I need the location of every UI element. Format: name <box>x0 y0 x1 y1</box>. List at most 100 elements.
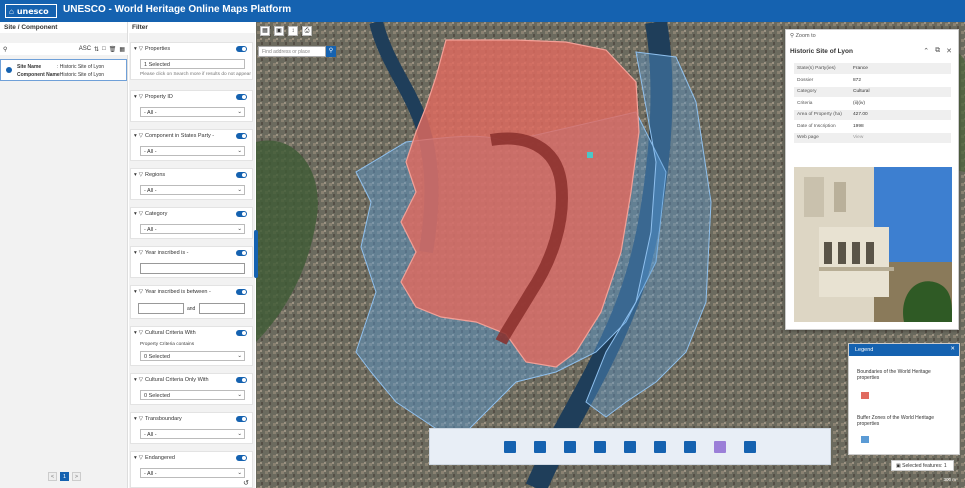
address-search-input[interactable]: Find address or place <box>258 46 326 57</box>
attr-key: Category <box>794 86 850 98</box>
filter-toggle[interactable] <box>236 455 247 461</box>
filter-cultural-criteria-only: ▾ ▽ Cultural Criteria Only With 0 Selected… <box>130 373 253 405</box>
layers-icon[interactable]: ▣ <box>274 26 284 36</box>
filter-toggle[interactable] <box>236 289 247 295</box>
year-to-input[interactable] <box>199 303 245 314</box>
filter-toggle[interactable] <box>236 211 247 217</box>
site-name-value: : Historic Site of Lyon <box>57 64 105 70</box>
filter-toggle[interactable] <box>236 133 247 139</box>
filter-toggle[interactable] <box>236 172 247 178</box>
filter-toggle[interactable] <box>236 94 247 100</box>
property-id-select[interactable]: - All - ⌄ <box>140 107 245 117</box>
filter-toggle[interactable] <box>236 330 247 336</box>
endangered-select[interactable]: - All - ⌄ <box>140 468 245 478</box>
filter-label: Property ID <box>145 94 173 100</box>
filter-label: Category <box>145 211 168 217</box>
filter-component-state: ▾ ▽ Component in States Party - - All - ⌄ <box>130 129 253 161</box>
attr-key: Web page <box>794 132 850 144</box>
and-label: and <box>187 306 196 312</box>
zoom-to-button[interactable]: ⚲ Zoom to <box>790 33 816 39</box>
chevron-down-icon[interactable]: ▾ <box>134 46 137 52</box>
chevron-down-icon[interactable]: ▾ <box>134 416 137 422</box>
chevron-down-icon[interactable]: ▾ <box>134 289 137 295</box>
selected-features-button[interactable]: ▣ Selected features: 1 <box>891 460 954 471</box>
unesco-logo[interactable]: ⌂ unesco <box>5 4 57 18</box>
table-row: State(s) Party(ies) France <box>794 63 951 75</box>
chevron-down-icon[interactable]: ▾ <box>134 211 137 217</box>
prev-page-button[interactable]: < <box>48 472 57 481</box>
reset-filters-icon[interactable]: ↺ <box>243 479 249 487</box>
top-bar: ⌂ unesco UNESCO - World Heritage Online … <box>0 0 965 22</box>
grid-icon[interactable] <box>744 440 756 453</box>
chevron-down-icon[interactable]: ▾ <box>134 455 137 461</box>
legend-header: Legend ✕ <box>849 344 959 356</box>
table-row: Date of Inscription 1998 <box>794 120 951 133</box>
info-icon[interactable] <box>504 440 516 453</box>
close-icon[interactable]: ✕ <box>946 47 952 55</box>
settings-icon[interactable] <box>684 440 696 453</box>
cultural-criteria-select[interactable]: 0 Selected ⌄ <box>140 351 245 361</box>
component-state-select[interactable]: - All - ⌄ <box>140 146 245 156</box>
next-page-button[interactable]: > <box>72 472 81 481</box>
search-button[interactable]: ⚲ <box>326 46 336 57</box>
site-component-panel: Site / Component ⚲ ASC ⇅ □ 🗑 ▦ Site Name… <box>0 22 128 488</box>
share-icon[interactable] <box>564 440 576 453</box>
measure-icon[interactable]: ↕ <box>288 26 298 36</box>
filter-label: Cultural Criteria With <box>145 330 196 336</box>
category-select[interactable]: - All - ⌄ <box>140 224 245 234</box>
grid-view-icon[interactable]: ▦ <box>119 46 125 53</box>
properties-select[interactable]: 1 Selected <box>140 59 245 69</box>
filter-toggle[interactable] <box>236 416 247 422</box>
logo-text: unesco <box>16 6 49 16</box>
sort-toggle-icon[interactable]: ⇅ <box>94 46 99 53</box>
legend-item-label: Buffer Zones of the World Heritage prope… <box>857 415 935 427</box>
search-icon[interactable]: ⚲ <box>3 46 7 53</box>
legend-item-label: Boundaries of the World Heritage propert… <box>857 369 931 381</box>
filter-year-between: ▾ ▽ Year inscribed is between - and <box>130 285 253 319</box>
clear-selection-icon[interactable]: □ <box>102 46 106 52</box>
view-icon[interactable] <box>594 440 606 453</box>
basemap-icon[interactable]: ▦ <box>260 26 270 36</box>
filter-icon: ▽ <box>138 377 143 383</box>
collapse-icon[interactable]: ⌃ <box>923 47 929 55</box>
component-name-label: Component Name <box>17 72 60 78</box>
bookmark-icon[interactable] <box>534 440 546 453</box>
current-page-button[interactable]: 1 <box>60 472 69 481</box>
filter-label: Properties <box>145 46 171 52</box>
panel-title: Site / Component <box>0 22 127 33</box>
site-photo-graphic <box>794 167 952 322</box>
filter-toggle[interactable] <box>236 377 247 383</box>
print-icon[interactable]: ⎙ <box>302 26 312 36</box>
delete-icon[interactable]: 🗑 <box>109 46 117 53</box>
filter-toggle[interactable] <box>236 250 247 256</box>
dock-icon[interactable]: ⧉ <box>935 47 940 55</box>
layers-icon[interactable] <box>654 440 666 453</box>
draw-icon[interactable] <box>714 440 726 453</box>
panel-splitter-handle[interactable] <box>254 230 258 278</box>
cultural-criteria-only-select[interactable]: 0 Selected ⌄ <box>140 390 245 400</box>
chevron-down-icon[interactable]: ▾ <box>134 94 137 100</box>
chevron-down-icon[interactable]: ▾ <box>134 250 137 256</box>
result-card[interactable]: Site Name: Historic Site of Lyon Compone… <box>0 59 127 81</box>
table-icon[interactable] <box>624 440 636 453</box>
sort-order-button[interactable]: ASC <box>79 46 91 52</box>
filter-icon: ▽ <box>138 133 143 139</box>
close-icon[interactable]: ✕ <box>950 346 955 352</box>
year-inscribed-input[interactable] <box>140 263 245 274</box>
filter-toggle[interactable] <box>236 46 247 52</box>
regions-select[interactable]: - All - ⌄ <box>140 185 245 195</box>
filter-icon: ▽ <box>138 455 143 461</box>
chevron-down-icon[interactable]: ▾ <box>134 172 137 178</box>
chevron-down-icon[interactable]: ▾ <box>134 330 137 336</box>
chevron-down-icon[interactable]: ▾ <box>134 133 137 139</box>
attr-value: 872 <box>850 74 951 87</box>
filter-label: Component in States Party - <box>145 133 215 139</box>
select-value: - All - <box>144 432 157 438</box>
attr-value: (ii)(iv) <box>850 97 951 110</box>
selected-site-marker[interactable] <box>587 152 593 158</box>
transboundary-select[interactable]: - All - ⌄ <box>140 429 245 439</box>
year-from-input[interactable] <box>138 303 184 314</box>
web-page-link[interactable]: View <box>850 132 951 144</box>
site-photo <box>794 167 952 322</box>
chevron-down-icon[interactable]: ▾ <box>134 377 137 383</box>
